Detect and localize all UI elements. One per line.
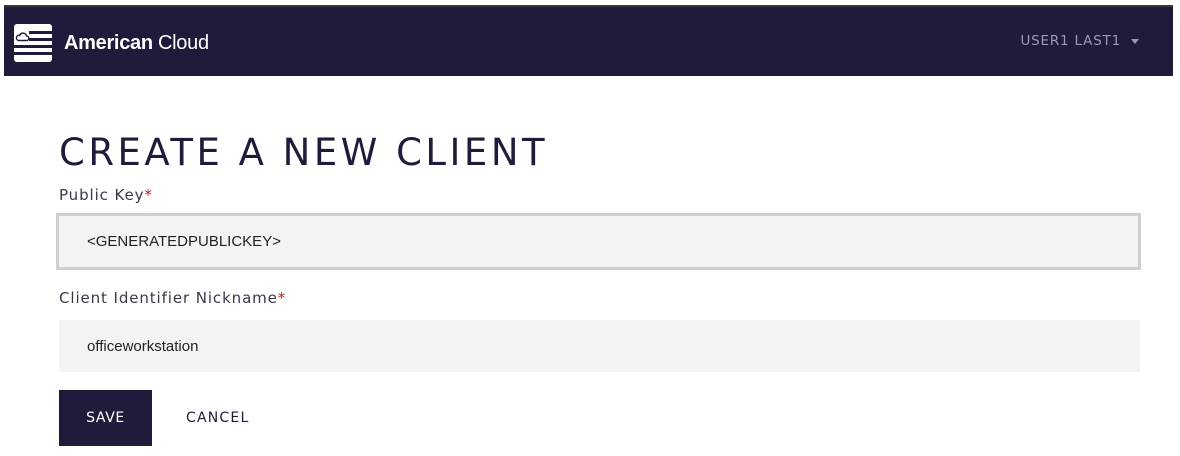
public-key-label: Public Key*	[59, 186, 1140, 204]
required-asterisk: *	[144, 186, 153, 204]
caret-down-icon	[1131, 38, 1139, 44]
brand-name-rest: Cloud	[152, 31, 209, 54]
page-title: CREATE A NEW CLIENT	[59, 131, 549, 174]
save-button[interactable]: SAVE	[59, 390, 152, 446]
public-key-input[interactable]	[56, 213, 1141, 270]
required-asterisk: *	[277, 289, 287, 307]
brand-name-bold: American	[64, 31, 153, 54]
nickname-label-text: Client Identifier Nickname	[59, 289, 278, 307]
form-actions: SAVE CANCEL	[59, 390, 1140, 446]
brand-name: American Cloud	[64, 32, 209, 55]
nickname-input[interactable]	[59, 320, 1140, 372]
brand-home-link[interactable]: American Cloud	[14, 24, 209, 62]
public-key-label-text: Public Key	[59, 186, 145, 204]
navbar: American Cloud USER1 LAST1	[4, 5, 1173, 76]
user-name: USER1 LAST1	[1020, 33, 1121, 49]
create-client-form: CREATE A NEW CLIENT Public Key* Client I…	[56, 128, 1141, 446]
user-menu-toggle[interactable]: USER1 LAST1	[1020, 33, 1139, 49]
cancel-button[interactable]: CANCEL	[176, 390, 259, 446]
flag-cloud-logo-icon	[14, 24, 52, 62]
nickname-label: Client Identifier Nickname*	[59, 289, 1140, 307]
